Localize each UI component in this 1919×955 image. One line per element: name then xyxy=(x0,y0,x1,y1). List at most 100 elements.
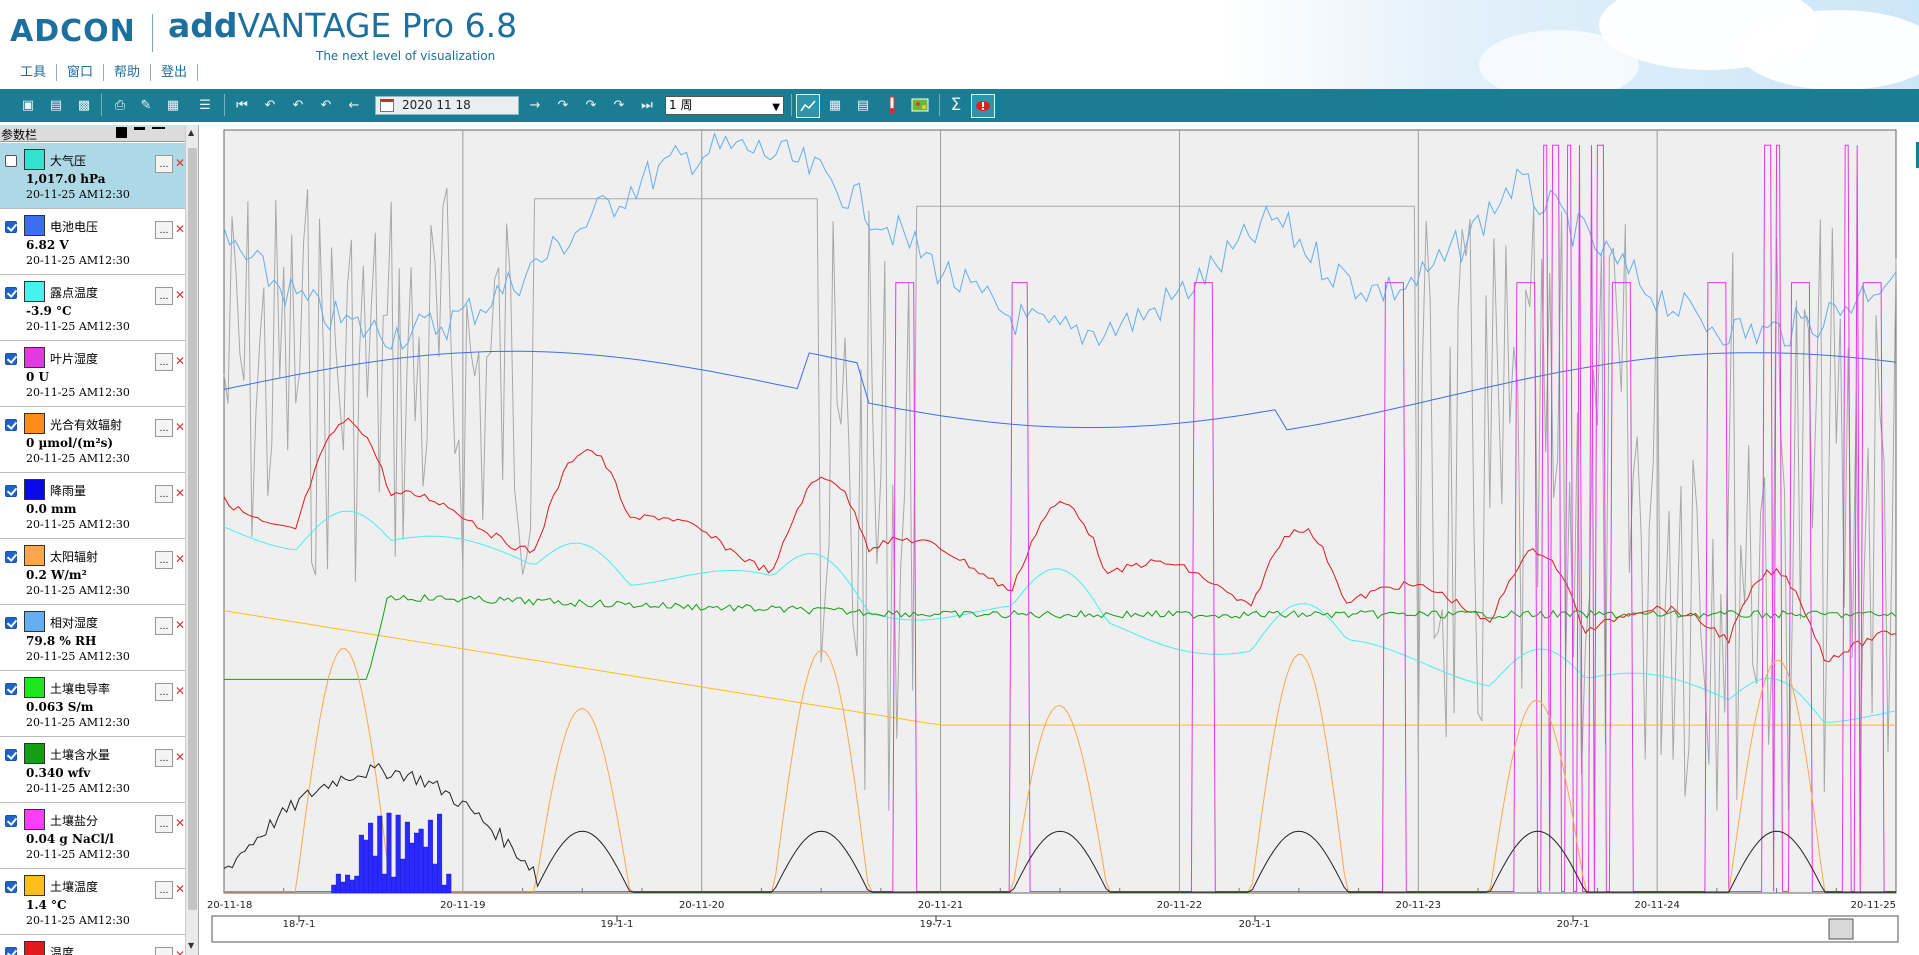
parameter-color-swatch[interactable] xyxy=(24,941,45,955)
parameter-settings-icon[interactable]: … xyxy=(155,155,173,173)
parameter-item[interactable]: 降雨量 0.0 mm 20-11-25 AM12:30 … ✕ xyxy=(0,473,185,539)
parameter-checkbox[interactable] xyxy=(5,815,17,827)
remove-icon[interactable]: ✕ xyxy=(175,354,185,368)
scroll-up-icon[interactable]: ▲ xyxy=(188,128,194,137)
parameter-checkbox[interactable] xyxy=(5,683,17,695)
remove-icon[interactable]: ✕ xyxy=(175,816,185,830)
parameter-settings-icon[interactable]: … xyxy=(155,551,173,569)
parameter-settings-icon[interactable]: … xyxy=(155,287,173,305)
remove-icon[interactable]: ✕ xyxy=(175,750,185,764)
parameter-settings-icon[interactable]: … xyxy=(155,683,173,701)
menu-tools[interactable]: 工具 xyxy=(10,64,58,81)
parameter-settings-icon[interactable]: … xyxy=(155,485,173,503)
parameter-color-swatch[interactable] xyxy=(24,149,45,170)
panel-minimize-icon[interactable] xyxy=(134,127,145,138)
back-7-icon[interactable]: ↶ xyxy=(288,95,308,115)
parameter-checkbox[interactable] xyxy=(5,617,17,629)
remove-icon[interactable]: ✕ xyxy=(175,684,185,698)
parameter-color-swatch[interactable] xyxy=(24,545,45,566)
parameter-scrollbar[interactable]: ▲ ▼ xyxy=(185,125,198,955)
date-input[interactable]: 2020 11 18 xyxy=(375,96,519,115)
parameter-color-swatch[interactable] xyxy=(24,743,45,764)
alarm-icon[interactable] xyxy=(971,94,995,118)
save-as-icon[interactable]: ▤ xyxy=(46,95,66,115)
parameter-checkbox[interactable] xyxy=(5,749,17,761)
skip-first-icon[interactable]: ⏮ xyxy=(232,95,252,115)
calendar-icon[interactable] xyxy=(380,99,394,112)
parameter-item[interactable]: 光合有效辐射 0 µmol/(m²s) 20-11-25 AM12:30 … ✕ xyxy=(0,407,185,473)
parameter-color-swatch[interactable] xyxy=(24,215,45,236)
panel-float-icon[interactable] xyxy=(116,127,127,138)
remove-icon[interactable]: ✕ xyxy=(175,882,185,896)
parameter-checkbox[interactable] xyxy=(5,353,17,365)
parameter-checkbox[interactable] xyxy=(5,419,17,431)
back-30-icon[interactable]: ↶ xyxy=(260,95,280,115)
parameter-item[interactable]: 土壤盐分 0.04 g NaCl/l 20-11-25 AM12:30 … ✕ xyxy=(0,803,185,869)
panel-collapse-icon[interactable] xyxy=(152,127,165,138)
parameter-color-swatch[interactable] xyxy=(24,875,45,896)
forward-7-icon[interactable]: ↷ xyxy=(581,95,601,115)
map-icon[interactable] xyxy=(910,95,930,115)
parameter-item[interactable]: 叶片湿度 0 U 20-11-25 AM12:30 … ✕ xyxy=(0,341,185,407)
remove-icon[interactable]: ✕ xyxy=(175,420,185,434)
remove-icon[interactable]: ✕ xyxy=(175,618,185,632)
report-icon[interactable]: ☰ xyxy=(195,95,215,115)
remove-icon[interactable]: ✕ xyxy=(175,156,185,170)
scroll-down-icon[interactable]: ▼ xyxy=(188,941,194,950)
parameter-checkbox[interactable] xyxy=(5,947,17,955)
parameter-settings-icon[interactable]: … xyxy=(155,749,173,767)
print-icon[interactable]: ⎙ xyxy=(110,95,130,115)
parameter-settings-icon[interactable]: … xyxy=(155,881,173,899)
remove-icon[interactable]: ✕ xyxy=(175,552,185,566)
chart-area[interactable]: 20-11-18 20-11-19 20-11-20 20-11-21 20-11-22… xyxy=(202,125,1919,955)
parameter-item[interactable]: 土壤温度 1.4 °C 20-11-25 AM12:30 … ✕ xyxy=(0,869,185,935)
parameter-color-swatch[interactable] xyxy=(24,809,45,830)
scrollbar-thumb[interactable] xyxy=(188,148,197,910)
export-icon[interactable]: ▩ xyxy=(74,95,94,115)
parameter-checkbox[interactable] xyxy=(5,287,17,299)
save-icon[interactable]: ▣ xyxy=(18,95,38,115)
list-view-icon[interactable]: ▤ xyxy=(853,95,873,115)
parameter-color-swatch[interactable] xyxy=(24,677,45,698)
forward-icon[interactable]: → xyxy=(525,95,545,115)
parameter-settings-icon[interactable]: … xyxy=(155,419,173,437)
forward-30-icon[interactable]: ↷ xyxy=(609,95,629,115)
parameter-item[interactable]: 电池电压 6.82 V 20-11-25 AM12:30 … ✕ xyxy=(0,209,185,275)
period-select[interactable]: 1 周 ▼ xyxy=(665,96,784,115)
parameter-item[interactable]: 相对湿度 79.8 % RH 20-11-25 AM12:30 … ✕ xyxy=(0,605,185,671)
parameter-item[interactable]: 露点温度 -3.9 °C 20-11-25 AM12:30 … ✕ xyxy=(0,275,185,341)
parameter-checkbox[interactable] xyxy=(5,155,17,167)
parameter-color-swatch[interactable] xyxy=(24,347,45,368)
csv-icon[interactable]: ▦ xyxy=(163,95,183,115)
menu-logout[interactable]: 登出 xyxy=(151,64,199,81)
parameter-settings-icon[interactable]: … xyxy=(155,221,173,239)
parameter-item[interactable]: 土壤电导率 0.063 S/m 20-11-25 AM12:30 … ✕ xyxy=(0,671,185,737)
parameter-checkbox[interactable] xyxy=(5,881,17,893)
back-1-icon[interactable]: ↶ xyxy=(316,95,336,115)
thermometer-icon[interactable] xyxy=(882,95,902,115)
parameter-checkbox[interactable] xyxy=(5,551,17,563)
remove-icon[interactable]: ✕ xyxy=(175,288,185,302)
parameter-item[interactable]: 大气压 1,017.0 hPa 20-11-25 AM12:30 … ✕ xyxy=(0,143,185,209)
table-view-icon[interactable]: ▦ xyxy=(825,95,845,115)
remove-icon[interactable]: ✕ xyxy=(175,222,185,236)
parameter-item[interactable]: 太阳辐射 0.2 W/m² 20-11-25 AM12:30 … ✕ xyxy=(0,539,185,605)
parameter-settings-icon[interactable]: … xyxy=(155,617,173,635)
parameter-color-swatch[interactable] xyxy=(24,413,45,434)
menu-help[interactable]: 帮助 xyxy=(104,64,152,81)
parameter-checkbox[interactable] xyxy=(5,485,17,497)
parameter-settings-icon[interactable]: … xyxy=(155,947,173,955)
remove-icon[interactable]: ✕ xyxy=(175,486,185,500)
parameter-color-swatch[interactable] xyxy=(24,479,45,500)
parameter-checkbox[interactable] xyxy=(5,221,17,233)
skip-last-icon[interactable]: ⏭ xyxy=(637,95,657,115)
parameter-settings-icon[interactable]: … xyxy=(155,815,173,833)
pdf-icon[interactable]: ✎ xyxy=(136,95,156,115)
sum-icon[interactable]: Σ xyxy=(946,95,966,115)
parameter-color-swatch[interactable] xyxy=(24,281,45,302)
menu-window[interactable]: 窗口 xyxy=(57,64,105,81)
back-icon[interactable]: ← xyxy=(344,95,364,115)
parameter-item[interactable]: 温度 …✕ xyxy=(0,935,185,955)
parameter-settings-icon[interactable]: … xyxy=(155,353,173,371)
time-series-chart[interactable]: 20-11-18 20-11-19 20-11-20 20-11-21 20-11-22… xyxy=(202,125,1919,955)
